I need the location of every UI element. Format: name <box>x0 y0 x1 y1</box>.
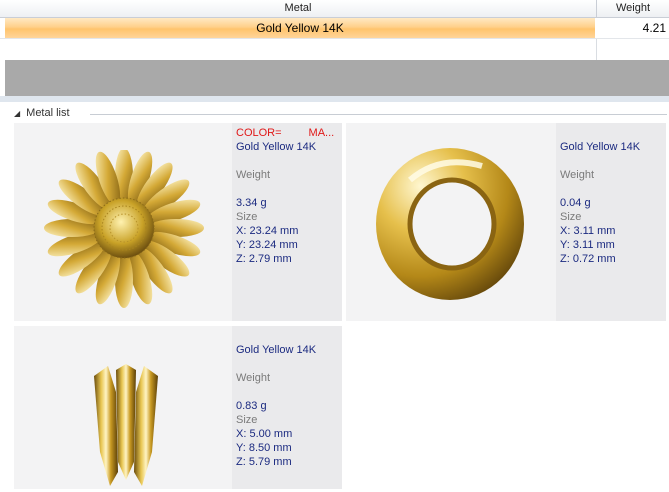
metal-name: Gold Yellow 14K <box>236 141 317 153</box>
daisy-flower-pendant-icon <box>34 148 214 310</box>
metal-info-1: COLOR= MA... Gold Yellow 14K Weight 3.34 … <box>232 123 342 321</box>
color-header: COLOR= MA... <box>236 127 334 139</box>
size-label: Size <box>560 211 582 223</box>
size-label: Size <box>236 414 258 426</box>
cell-divider <box>596 39 597 60</box>
size-x: X: 23.24 mm <box>236 225 299 237</box>
size-x: X: 3.11 mm <box>560 225 616 237</box>
metal-name: Gold Yellow 14K <box>236 344 317 356</box>
size-z: Z: 0.72 mm <box>560 253 616 265</box>
metal-name: Gold Yellow 14K <box>560 141 641 153</box>
size-x: X: 5.00 mm <box>236 428 293 440</box>
table-row[interactable]: Gold Yellow 14K 4.21 <box>0 18 669 38</box>
column-header-weight[interactable]: Weight <box>597 0 669 17</box>
table-row-empty[interactable] <box>0 38 669 60</box>
cell-weight[interactable]: 4.21 <box>597 18 666 38</box>
weight-value: 0.04 g <box>560 197 591 209</box>
metal-list-title: Metal list <box>26 107 70 119</box>
table-header: Metal Weight <box>0 0 669 18</box>
weight-label: Weight <box>236 169 271 181</box>
weight-value: 3.34 g <box>236 197 267 209</box>
weight-label: Weight <box>236 372 271 384</box>
metal-list-header[interactable]: ◢ Metal list <box>14 107 70 119</box>
weight-label: Weight <box>560 169 595 181</box>
collapse-triangle-icon[interactable]: ◢ <box>14 109 20 118</box>
color-value: MA... <box>308 127 335 139</box>
size-label: Size <box>236 211 258 223</box>
size-y: Y: 8.50 mm <box>236 442 292 454</box>
weight-value: 0.83 g <box>236 400 267 412</box>
size-z: Z: 2.79 mm <box>236 253 292 265</box>
metal-info-3: Gold Yellow 14K Weight 0.83 g Size X: 5.… <box>232 326 342 489</box>
gold-ring-icon <box>370 140 530 305</box>
metal-weight-table: Metal Weight Gold Yellow 14K 4.21 <box>0 0 669 60</box>
size-y: Y: 3.11 mm <box>560 239 615 251</box>
color-label: COLOR= <box>236 127 282 139</box>
metal-info-2: Gold Yellow 14K Weight 0.04 g Size X: 3.… <box>556 123 666 321</box>
bail-prong-icon <box>86 362 166 489</box>
empty-panel <box>5 60 669 96</box>
column-header-metal[interactable]: Metal <box>0 0 597 17</box>
size-z: Z: 5.79 mm <box>236 456 292 468</box>
group-header-line <box>90 114 667 115</box>
size-y: Y: 23.24 mm <box>236 239 298 251</box>
cell-metal[interactable]: Gold Yellow 14K <box>5 18 595 38</box>
